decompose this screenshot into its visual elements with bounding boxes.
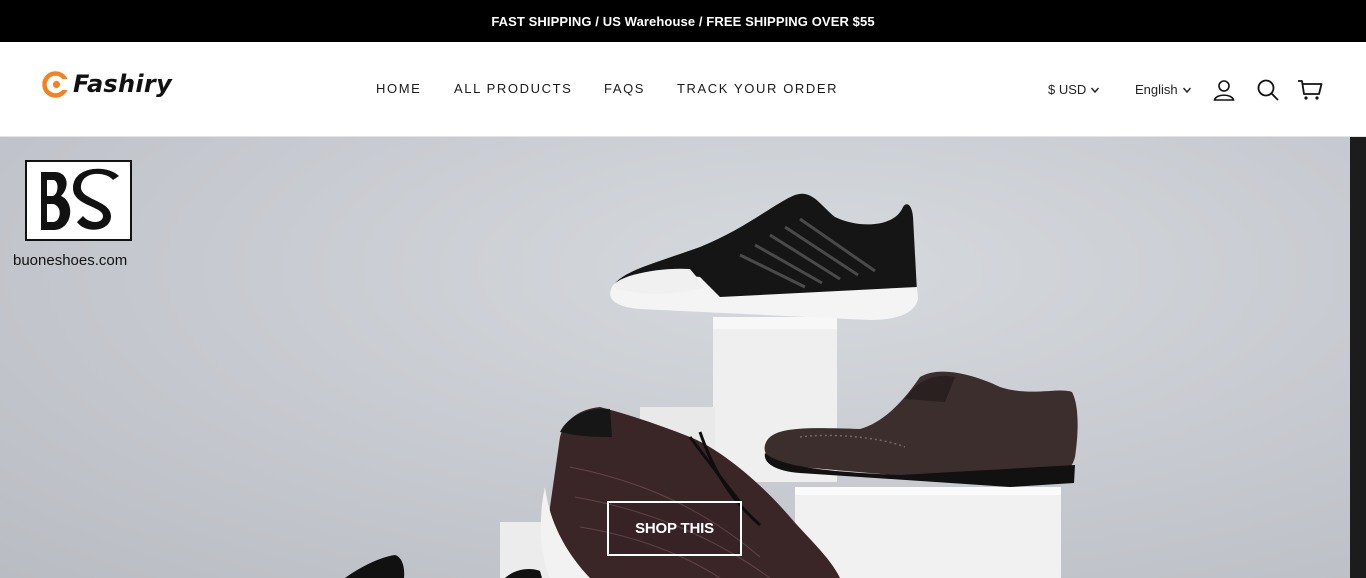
announcement-text: FAST SHIPPING / US Warehouse / FREE SHIP… — [491, 13, 875, 29]
chevron-down-icon — [1091, 87, 1100, 93]
search-icon — [1257, 79, 1279, 101]
shop-this-button[interactable]: SHOP THIS — [607, 501, 742, 556]
cart-button[interactable] — [1297, 77, 1323, 103]
account-button[interactable] — [1211, 77, 1237, 103]
watermark-bs-mark — [40, 168, 119, 230]
currency-selector[interactable]: $ USD — [1048, 42, 1100, 137]
cart-icon — [1298, 80, 1323, 100]
search-button[interactable] — [1255, 77, 1281, 103]
account-icon — [1213, 80, 1235, 101]
nav-home[interactable]: HOME — [376, 81, 421, 96]
currency-label: $ USD — [1048, 82, 1087, 97]
chevron-down-icon — [1182, 87, 1191, 93]
language-selector[interactable]: English — [1135, 42, 1192, 137]
hero-banner: buoneshoes.com SHOP THIS — [0, 137, 1350, 578]
nav-faqs[interactable]: FAQS — [604, 81, 645, 96]
nav-all-products[interactable]: ALL PRODUCTS — [454, 81, 572, 96]
page-scrollbar[interactable] — [1350, 137, 1366, 578]
announcement-bar: FAST SHIPPING / US Warehouse / FREE SHIP… — [0, 0, 1366, 42]
nav-track-order[interactable]: TRACK YOUR ORDER — [677, 81, 838, 96]
site-header: Fashiry HOME ALL PRODUCTS FAQS TRACK YOU… — [0, 42, 1366, 137]
language-label: English — [1135, 82, 1178, 97]
watermark-logo — [25, 160, 132, 241]
watermark-text: buoneshoes.com — [13, 252, 128, 269]
